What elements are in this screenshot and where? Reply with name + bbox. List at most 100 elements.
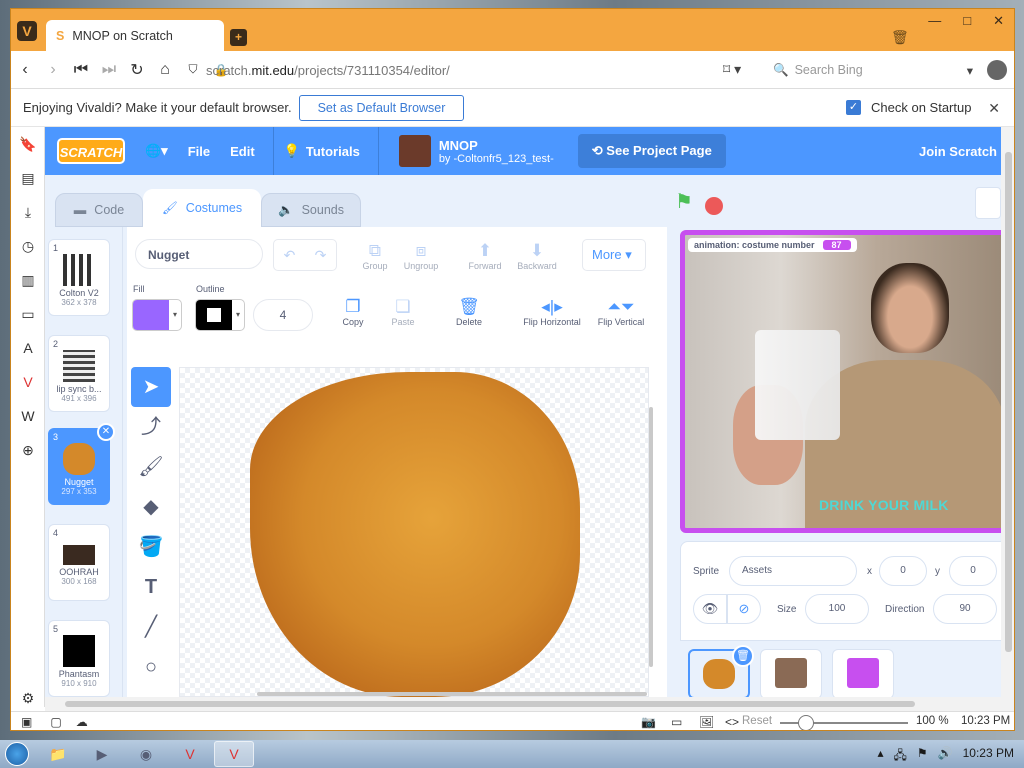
network-icon[interactable]: 🖧 <box>894 746 907 767</box>
hide-sprite-icon[interactable]: ⊘ <box>727 594 761 624</box>
profile-avatar[interactable] <box>987 60 1007 80</box>
image-icon[interactable]: 🖼 <box>699 715 714 729</box>
reshape-tool-icon[interactable]: ⤴ <box>131 407 171 447</box>
url-field[interactable]: scratch.mit.edu/projects/731110354/edito… <box>206 63 450 78</box>
y-input[interactable]: 0 <box>949 556 997 586</box>
page-horizontal-scrollbar[interactable] <box>45 697 1014 711</box>
green-flag-icon[interactable]: ⚑ <box>675 189 693 214</box>
wikipedia-icon[interactable]: W <box>11 399 45 433</box>
scratch-logo[interactable]: SCRATCH <box>57 138 125 164</box>
tab-code[interactable]: ▬ Code <box>55 193 143 227</box>
menu-file[interactable]: File <box>188 144 210 159</box>
direction-input[interactable]: 90 <box>933 594 997 624</box>
fill-tool-icon[interactable]: 🪣 <box>131 527 171 567</box>
bookmark-icon[interactable]: ⌑ ▾ <box>723 61 741 78</box>
window-icon[interactable]: ▭ <box>11 297 45 331</box>
reload-icon[interactable]: ↻ <box>123 60 151 80</box>
flag-icon[interactable]: ⚑ <box>917 746 928 767</box>
copy-button[interactable]: ❐ Copy <box>333 297 373 327</box>
cloud-icon[interactable]: ☁ <box>76 715 88 729</box>
group-button[interactable]: ⧉ Group <box>355 241 395 271</box>
vivaldi-menu-icon[interactable]: V <box>17 21 37 41</box>
costume-item[interactable]: 4 OOHRAH 300 x 168 <box>48 524 110 601</box>
brush-tool-icon[interactable]: 🖌 <box>131 447 171 487</box>
more-button[interactable]: More ▾ <box>582 239 646 271</box>
scroll-thumb[interactable] <box>1005 152 1012 652</box>
flip-horizontal-button[interactable]: ◂|▸ Flip Horizontal <box>519 297 585 327</box>
panel-toggle-icon[interactable]: ▣ <box>21 715 32 729</box>
stage-layout-button[interactable] <box>975 187 1001 219</box>
globe-icon[interactable]: 🌐▾ <box>145 143 168 159</box>
notes-icon[interactable]: ▥ <box>11 263 45 297</box>
vivaldi-icon[interactable]: V <box>11 365 45 399</box>
redo-icon[interactable]: ↷ <box>305 240 336 270</box>
camera-icon[interactable]: 📷 <box>641 715 656 729</box>
undo-icon[interactable]: ↶ <box>274 240 305 270</box>
forward-button[interactable]: ⬆ Forward <box>463 241 507 271</box>
vivaldi-taskbar-icon[interactable]: V <box>170 741 210 767</box>
volume-icon[interactable]: 🔊 <box>938 746 953 767</box>
reading-list-icon[interactable]: ▤ <box>11 161 45 195</box>
select-tool-icon[interactable]: ➤ <box>131 367 171 407</box>
fast-forward-icon[interactable]: ⏭ <box>95 61 123 79</box>
see-project-page-button[interactable]: ⟲ See Project Page <box>577 134 726 168</box>
project-title[interactable]: MNOP <box>439 138 554 153</box>
maximize-icon[interactable]: □ <box>963 13 971 29</box>
chevron-down-icon[interactable]: ▾ <box>967 63 973 78</box>
media-player-icon[interactable]: ▶ <box>82 741 122 767</box>
x-input[interactable]: 0 <box>879 556 927 586</box>
search-field[interactable]: 🔍 Search Bing ▾ <box>773 59 973 81</box>
rewind-icon[interactable]: ⏮ <box>67 61 95 79</box>
new-tab-button[interactable]: + <box>230 29 247 46</box>
bookmarks-icon[interactable]: 🔖 <box>11 127 45 161</box>
downloads-icon[interactable]: ⤓ <box>11 195 45 229</box>
back-icon[interactable]: ‹ <box>11 61 39 79</box>
lightbulb-icon[interactable]: 💡 <box>284 143 300 159</box>
page-vertical-scrollbar[interactable] <box>1001 127 1014 697</box>
tab-sounds[interactable]: 🔈 Sounds <box>261 193 361 227</box>
forward-icon[interactable]: › <box>39 61 67 79</box>
trash-icon[interactable]: 🗑 <box>891 29 909 46</box>
close-notice-icon[interactable]: ✕ <box>988 100 1000 117</box>
costume-item[interactable]: 5 Phantasm 910 x 910 <box>48 620 110 697</box>
menu-edit[interactable]: Edit <box>230 144 255 159</box>
fill-color-picker[interactable]: ▾ <box>132 299 182 331</box>
backward-button[interactable]: ⬇ Backward <box>511 241 563 271</box>
set-default-button[interactable]: Set as Default Browser <box>298 94 465 121</box>
text-tool-icon[interactable]: T <box>131 567 171 607</box>
line-tool-icon[interactable]: ╱ <box>131 607 171 647</box>
canvas-horizontal-scrollbar[interactable] <box>257 692 647 696</box>
circle-tool-icon[interactable]: ○ <box>131 647 171 687</box>
stop-icon[interactable] <box>705 197 723 215</box>
show-sprite-icon[interactable]: 👁 <box>693 594 727 624</box>
home-icon[interactable]: ⌂ <box>151 61 179 79</box>
window-tiling-icon[interactable]: ▭ <box>671 715 682 729</box>
size-input[interactable]: 100 <box>805 594 869 624</box>
eraser-tool-icon[interactable]: ◆ <box>131 487 171 527</box>
sprite-item[interactable] <box>760 649 822 697</box>
nugget-costume-image[interactable] <box>250 372 580 697</box>
history-icon[interactable]: ◷ <box>11 229 45 263</box>
join-scratch-link[interactable]: Join Scratch <box>919 144 997 159</box>
sprite-name-input[interactable]: Assets <box>729 556 857 586</box>
tab-costumes[interactable]: 🖌 Costumes <box>143 189 261 227</box>
canvas-vertical-scrollbar[interactable] <box>649 407 653 667</box>
paste-button[interactable]: ❏ Paste <box>383 297 423 327</box>
zoom-slider-knob[interactable] <box>798 715 814 730</box>
scroll-thumb[interactable] <box>65 701 915 707</box>
check-on-startup[interactable]: ✓ Check on Startup <box>846 100 971 115</box>
paint-canvas[interactable] <box>179 367 649 697</box>
outline-color-picker[interactable]: ▾ <box>195 299 245 331</box>
costume-item-selected[interactable]: 3 ✕ Nugget 297 x 353 <box>48 423 115 505</box>
shield-icon[interactable]: ⛉ <box>179 62 207 77</box>
tab-scratch[interactable]: S MNOP on Scratch <box>46 20 224 51</box>
vivaldi-active-window-icon[interactable]: V <box>214 741 254 767</box>
stage[interactable]: animation: costume number 87 DRINK YOUR … <box>680 230 1001 533</box>
tab-tiling-icon[interactable]: ▢ <box>50 715 61 729</box>
add-panel-icon[interactable]: ⊕ <box>11 433 45 467</box>
start-button[interactable] <box>0 740 34 768</box>
flip-vertical-button[interactable]: ⏶⏷ Flip Vertical <box>591 297 651 327</box>
taskbar-clock[interactable]: 10:23 PM <box>963 746 1014 767</box>
chrome-icon[interactable]: ◉ <box>126 741 166 767</box>
outline-width-input[interactable]: 4 <box>253 299 313 331</box>
